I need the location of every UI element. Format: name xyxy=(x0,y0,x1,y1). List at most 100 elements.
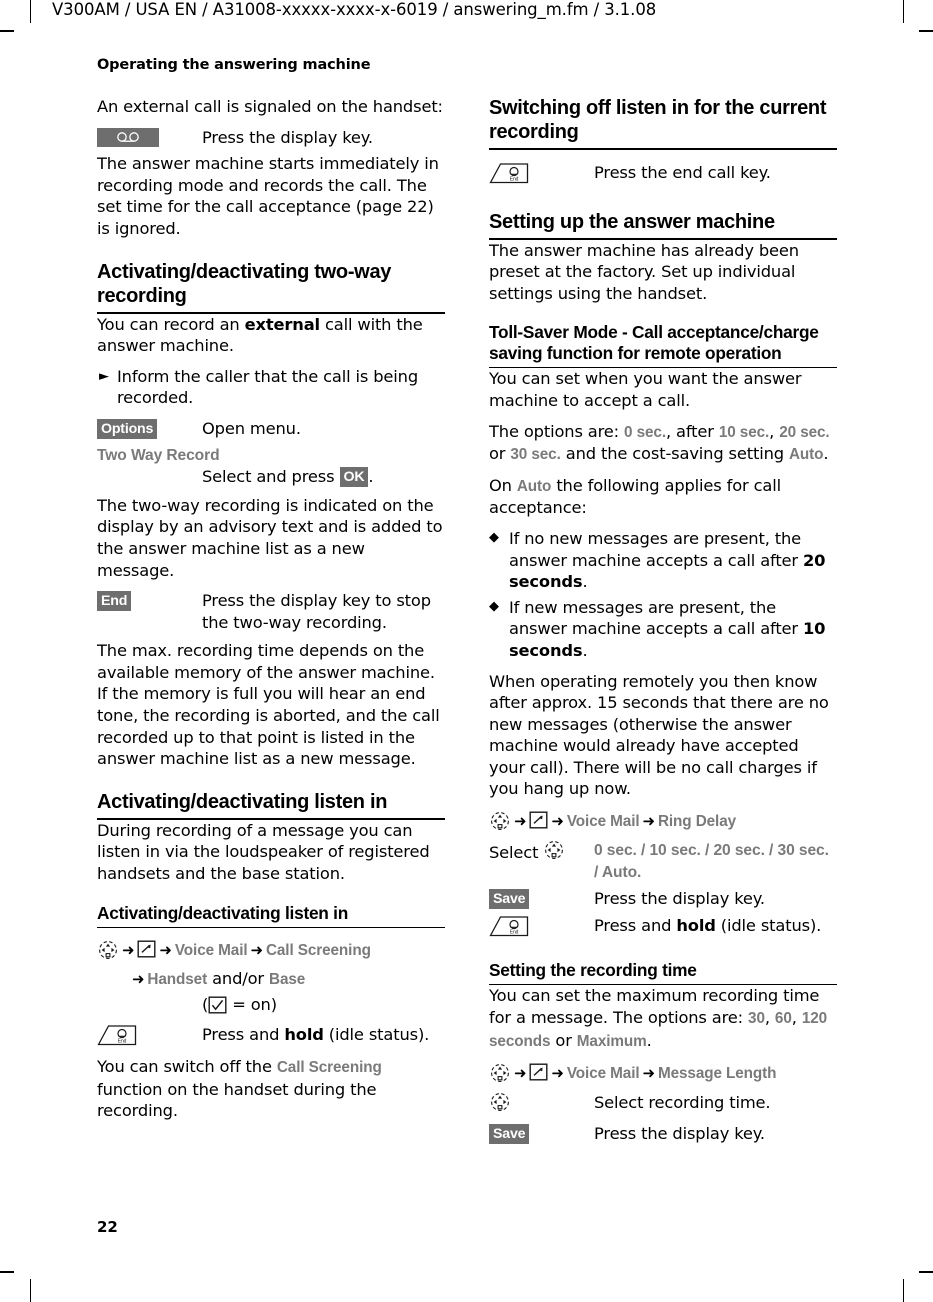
end-call-key-icon[interactable]: End xyxy=(489,162,529,190)
step-description: Press the display key. xyxy=(594,889,765,909)
checkbox-checked-icon[interactable] xyxy=(208,996,227,1020)
end-call-key-icon[interactable]: End xyxy=(489,915,529,943)
menu-item-handset[interactable]: Handset xyxy=(147,971,207,988)
term-call-screening[interactable]: Call Screening xyxy=(277,1059,382,1076)
menu-item-message-length[interactable]: Message Length xyxy=(658,1065,777,1082)
messages-icon[interactable] xyxy=(529,811,548,835)
two-way-intro-bold: external xyxy=(244,314,321,334)
save-softkey-button[interactable]: Save xyxy=(489,1123,530,1144)
opt-text-e: and the cost-saving setting xyxy=(560,444,789,464)
key-column: End xyxy=(489,162,594,190)
press-hold-b: (idle status). xyxy=(323,1024,430,1044)
legend-paren-close: = on) xyxy=(227,994,277,1014)
term-auto[interactable]: Auto xyxy=(517,478,552,495)
step-description: Press and hold (idle status). xyxy=(202,1024,445,1046)
crop-mark-bottom-right-horizontal xyxy=(919,1271,933,1273)
and-or-text: and/or xyxy=(207,968,269,988)
right-column: Switching off listen in for the current … xyxy=(489,96,837,1149)
listen-in-intro-paragraph: During recording of a message you can li… xyxy=(97,820,430,884)
menu-item-voice-mail[interactable]: Voice Mail xyxy=(567,1065,640,1082)
press-hold-a: Press and xyxy=(202,1024,285,1044)
step-description: Open menu. xyxy=(202,418,301,438)
messages-icon[interactable] xyxy=(529,1063,548,1087)
key-column xyxy=(489,1092,594,1118)
crop-mark-bottom-left-horizontal xyxy=(0,1271,14,1273)
chapter-running-head: Operating the answering machine xyxy=(97,57,371,73)
paragraph-after-display-key: The answer machine starts immediately in… xyxy=(97,154,439,238)
options-softkey-button[interactable]: Options xyxy=(97,418,158,439)
key-column: End xyxy=(97,1024,202,1052)
option-60[interactable]: 60 xyxy=(775,1010,792,1027)
two-way-intro-a: You can record an xyxy=(97,314,245,334)
option-0-sec[interactable]: 0 sec. xyxy=(624,424,666,441)
menu-item-two-way-record[interactable]: Two Way Record xyxy=(97,445,445,467)
crop-mark-top-left-vertical xyxy=(30,0,31,23)
menu-item-ring-delay[interactable]: Ring Delay xyxy=(658,813,736,830)
bullet-text-b: . xyxy=(582,640,588,660)
opt-text-c: , xyxy=(769,421,780,441)
section-heading-two-way-recording: Activating/deactivating two-way recordin… xyxy=(97,260,445,314)
left-column: An external call is signaled on the hand… xyxy=(97,96,445,1131)
step-select-ring-delay: Select 0 sec. / 10 sec. / 20 sec. / 30 s… xyxy=(489,840,837,883)
menu-item-voice-mail[interactable]: Voice Mail xyxy=(175,942,248,959)
key-column: Select xyxy=(489,840,594,866)
paragraph-closing-listen-in: You can switch off the Call Screening fu… xyxy=(97,1056,445,1122)
menu-item-voice-mail[interactable]: Voice Mail xyxy=(567,813,640,830)
diamond-bullet-icon: ◆ xyxy=(489,530,499,546)
list-item: ◆ If no new messages are present, the ans… xyxy=(489,528,837,593)
step-description: Press and hold (idle status). xyxy=(594,915,837,937)
arrow-icon: ➜ xyxy=(514,812,527,831)
control-key-icon[interactable] xyxy=(97,940,119,966)
opt-text-a: The options are: xyxy=(489,421,625,441)
checkbox-legend: ( = on) xyxy=(97,993,445,1020)
control-key-icon[interactable] xyxy=(489,1092,511,1118)
ok-softkey-button[interactable]: OK xyxy=(339,467,369,488)
arrow-icon: ➜ xyxy=(551,1064,564,1083)
menu-item-call-screening[interactable]: Call Screening xyxy=(266,942,371,959)
list-item: ◆ If new messages are present, the answer… xyxy=(489,597,837,662)
save-softkey-button[interactable]: Save xyxy=(489,889,530,910)
key-column xyxy=(97,127,202,149)
option-maximum[interactable]: Maximum xyxy=(577,1033,647,1050)
end-call-key-icon[interactable]: End xyxy=(97,1024,137,1052)
rt-text-c: , xyxy=(791,1008,802,1028)
option-30-sec[interactable]: 30 sec. xyxy=(510,446,560,463)
option-10-sec[interactable]: 10 sec. xyxy=(719,424,769,441)
arrow-icon: ➜ xyxy=(159,940,172,959)
control-key-icon[interactable] xyxy=(543,840,565,866)
control-key-icon[interactable] xyxy=(489,811,511,837)
step-description: Press the display key. xyxy=(202,127,373,147)
select-label: Select xyxy=(489,843,539,863)
triangle-bullet-icon: ► xyxy=(99,368,109,384)
svg-text:End: End xyxy=(510,929,519,935)
arrow-icon: ➜ xyxy=(250,940,264,959)
list-item: ► Inform the caller that the call is bein… xyxy=(97,366,445,409)
option-20-sec[interactable]: 20 sec. xyxy=(779,424,829,441)
arrow-icon: ➜ xyxy=(642,1064,656,1083)
end-softkey-button[interactable]: End xyxy=(97,590,132,611)
paragraph-two-way-indication: The two-way recording is indicated on th… xyxy=(97,495,443,580)
step-description: Select recording time. xyxy=(594,1093,771,1113)
page-number: 22 xyxy=(97,1218,118,1236)
step-description: Press the display key. xyxy=(594,1123,765,1143)
subheading-activating-listen-in: Activating/deactivating listen in xyxy=(97,903,445,928)
control-key-icon[interactable] xyxy=(489,1063,511,1089)
ring-delay-options[interactable]: 0 sec. / 10 sec. / 20 sec. / 30 sec. / A… xyxy=(594,840,837,883)
arrow-icon: ➜ xyxy=(122,940,135,959)
option-auto[interactable]: Auto xyxy=(789,446,824,463)
messages-icon[interactable] xyxy=(137,940,156,964)
framemaker-file-header: V300AM / USA EN / A31008-xxxxx-xxxx-x-60… xyxy=(52,0,657,19)
answer-machine-tape-icon[interactable] xyxy=(97,127,159,147)
paragraph-toll-saver-options: The options are: 0 sec., after 10 sec., … xyxy=(489,421,837,466)
subheading-toll-saver-mode: Toll-Saver Mode - Call acceptance/charge… xyxy=(489,322,837,369)
nav-path-listen-in: ➜ ➜ Voice Mail ➜ Call Screening xyxy=(97,938,445,966)
key-column: Save xyxy=(489,1123,594,1145)
menu-item-base[interactable]: Base xyxy=(269,971,305,988)
paragraph-recording-time-options: You can set the maximum recording time f… xyxy=(489,985,837,1052)
arrow-icon: ➜ xyxy=(551,812,564,831)
section-heading-setting-up-answer-machine: Setting up the answer machine xyxy=(489,210,837,240)
step-end-softkey: End Press the display key to stop the tw… xyxy=(97,590,445,633)
paragraph-remote-operation: When operating remotely you then know af… xyxy=(489,671,829,799)
option-30[interactable]: 30 xyxy=(748,1010,765,1027)
paragraph-factory-preset: The answer machine has already been pres… xyxy=(489,240,799,303)
